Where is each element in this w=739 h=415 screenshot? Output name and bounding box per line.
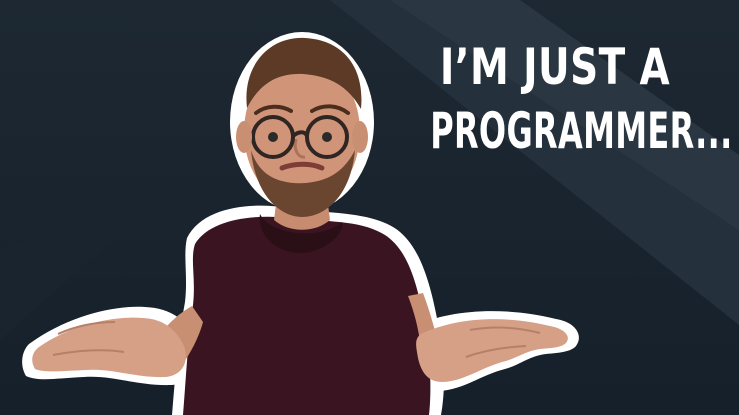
head <box>236 37 368 230</box>
right-ear <box>352 121 368 153</box>
torso <box>183 214 431 415</box>
shrugging-person-illustration <box>22 32 579 415</box>
thumbnail-canvas: I’M JUST A PROGRAMMER... <box>0 0 739 415</box>
left-ear <box>236 121 252 153</box>
left-open-palm <box>32 317 186 378</box>
